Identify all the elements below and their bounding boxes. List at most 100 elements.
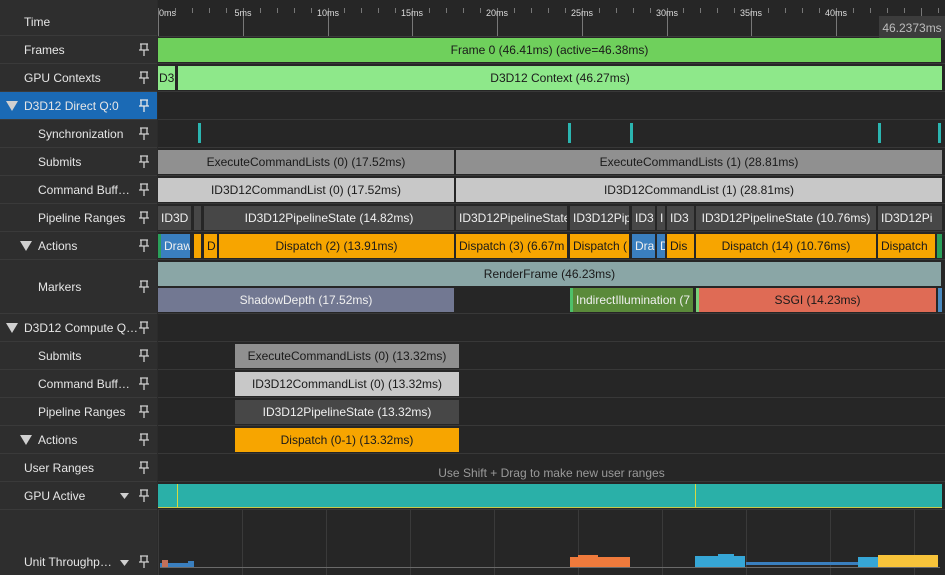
pipeline-range[interactable]: ID3D12PipelineState — [456, 206, 568, 230]
pin-icon[interactable] — [138, 555, 150, 569]
command-list-bar[interactable]: ID3D12CommandList (1) (28.81ms) — [456, 178, 943, 202]
submit-bar[interactable]: ExecuteCommandLists (0) (17.52ms) — [158, 150, 455, 174]
gpu-active-bar[interactable] — [158, 484, 942, 508]
action-draw[interactable]: Dra — [632, 234, 656, 258]
action-dispatch[interactable] — [194, 234, 202, 258]
track-synchronization[interactable]: Synchronization — [0, 120, 157, 148]
timeline-panel[interactable]: 0ms 5ms 10ms 15ms 20ms 25ms 30ms 35ms 40ms 46.23… — [158, 0, 945, 575]
track-unit-throughput[interactable]: Unit Throughp… — [0, 510, 157, 575]
ruler-tick-label: 20ms — [485, 8, 509, 18]
track-compute-command-buffers[interactable]: Command Buff… — [0, 370, 157, 398]
time-ruler[interactable]: 0ms 5ms 10ms 15ms 20ms 25ms 30ms 35ms 40ms 46.23… — [158, 8, 945, 40]
compute-command-list-bar[interactable]: ID3D12CommandList (0) (13.32ms) — [235, 372, 460, 396]
track-user-ranges[interactable]: User Ranges — [0, 454, 157, 482]
compute-submit-bar[interactable]: ExecuteCommandLists (0) (13.32ms) — [235, 344, 460, 368]
collapse-triangle-icon[interactable] — [20, 240, 32, 251]
action-draw[interactable]: D — [657, 234, 666, 258]
track-compute-pipeline-ranges[interactable]: Pipeline Ranges — [0, 398, 157, 426]
command-list-bar[interactable]: ID3D12CommandList (0) (17.52ms) — [158, 178, 455, 202]
track-label: Submits — [38, 348, 82, 363]
pipeline-range[interactable]: ID3D12PipelineState (10.76ms) — [696, 206, 877, 230]
track-pipeline-ranges[interactable]: Pipeline Ranges — [0, 204, 157, 232]
action-dispatch[interactable]: Dispatch (2) (13.91ms) — [219, 234, 455, 258]
pin-icon[interactable] — [138, 70, 150, 85]
collapse-triangle-icon[interactable] — [6, 100, 18, 111]
marker-render-frame[interactable]: RenderFrame (46.23ms) — [158, 262, 942, 286]
pipeline-range[interactable]: ID3 — [632, 206, 656, 230]
ruler-tick — [378, 8, 379, 13]
track-submits[interactable]: Submits — [0, 148, 157, 176]
pin-icon[interactable] — [138, 404, 150, 419]
pipeline-range[interactable]: ID3D12Pip — [570, 206, 630, 230]
pin-icon[interactable] — [138, 182, 150, 197]
unit-throughput-graph[interactable] — [158, 510, 945, 575]
user-ranges-hint: Use Shift + Drag to make new user ranges — [438, 466, 665, 480]
sync-marker[interactable] — [568, 123, 571, 143]
ruler-tick — [683, 8, 684, 13]
sync-marker[interactable] — [938, 123, 941, 143]
pipeline-range[interactable]: ID3D12PipelineState (14.82ms) — [204, 206, 455, 230]
collapse-triangle-icon[interactable] — [6, 322, 18, 333]
pin-icon[interactable] — [138, 376, 150, 391]
pin-icon[interactable] — [138, 238, 150, 253]
track-actions[interactable]: Actions — [0, 232, 157, 260]
track-gpu-active[interactable]: GPU Active — [0, 482, 157, 510]
pin-icon[interactable] — [138, 210, 150, 225]
context-bar-small[interactable]: D3 — [158, 66, 176, 90]
action-draw[interactable]: Draw — [158, 234, 191, 258]
pin-icon[interactable] — [138, 98, 150, 113]
track-label: Synchronization — [38, 126, 124, 141]
frame-bar[interactable]: Frame 0 (46.41ms) (active=46.38ms) — [158, 38, 942, 62]
pin-icon[interactable] — [138, 488, 150, 503]
compute-pipeline-range[interactable]: ID3D12PipelineState (13.32ms) — [235, 400, 460, 424]
collapse-triangle-icon[interactable] — [20, 434, 32, 445]
pin-icon[interactable] — [138, 320, 150, 335]
pin-icon[interactable] — [138, 460, 150, 475]
pin-icon[interactable] — [138, 126, 150, 141]
sync-marker[interactable] — [198, 123, 201, 143]
track-gpu-contexts[interactable]: GPU Contexts — [0, 64, 157, 92]
track-command-buffers[interactable]: Command Buff… — [0, 176, 157, 204]
pipeline-range[interactable]: I — [657, 206, 666, 230]
pipeline-range[interactable]: ID3 — [667, 206, 695, 230]
context-bar[interactable]: D3D12 Context (46.27ms) — [178, 66, 943, 90]
sync-marker[interactable] — [630, 123, 633, 143]
action-dispatch[interactable]: Dispatch (14) (10.76ms) — [696, 234, 877, 258]
track-label: Pipeline Ranges — [38, 404, 126, 419]
track-compute-submits[interactable]: Submits — [0, 342, 157, 370]
track-markers[interactable]: Markers — [0, 260, 157, 314]
submit-bar[interactable]: ExecuteCommandLists (1) (28.81ms) — [456, 150, 943, 174]
action-dispatch[interactable]: Dis — [667, 234, 695, 258]
pipeline-range[interactable]: ID3D12Pi — [878, 206, 943, 230]
dropdown-arrow-icon[interactable] — [120, 560, 129, 566]
track-frames[interactable]: Frames — [0, 36, 157, 64]
action-dispatch[interactable]: Dispatch ( — [570, 234, 630, 258]
pin-icon[interactable] — [138, 348, 150, 363]
marker-indirect-illumination[interactable]: IndirectIllumination (7 — [570, 288, 694, 312]
track-direct-queue[interactable]: D3D12 Direct Q:0 — [0, 92, 157, 120]
pin-icon[interactable] — [138, 432, 150, 447]
marker-ssgi[interactable]: SSGI (14.23ms) — [696, 288, 937, 312]
marker-small[interactable] — [938, 288, 943, 312]
pin-icon[interactable] — [138, 279, 150, 294]
action-dispatch[interactable]: D — [204, 234, 218, 258]
track-compute-actions[interactable]: Actions — [0, 426, 157, 454]
ruler-tick — [446, 8, 447, 13]
ruler-tick — [260, 8, 261, 13]
ruler-tick-label: 35ms — [739, 8, 763, 18]
compute-action-dispatch[interactable]: Dispatch (0-1) (13.32ms) — [235, 428, 460, 452]
ruler-tick — [887, 8, 888, 13]
track-label: Command Buff… — [38, 376, 130, 391]
track-compute-queue[interactable]: D3D12 Compute Q… — [0, 314, 157, 342]
action-dispatch[interactable] — [937, 234, 943, 258]
pipeline-range[interactable] — [194, 206, 202, 230]
pipeline-range[interactable]: ID3D — [158, 206, 192, 230]
pin-icon[interactable] — [138, 154, 150, 169]
sync-marker[interactable] — [878, 123, 881, 143]
action-dispatch[interactable]: Dispatch (3) (6.67m — [456, 234, 568, 258]
ruler-tick — [734, 8, 735, 13]
marker-shadow-depth[interactable]: ShadowDepth (17.52ms) — [158, 288, 455, 312]
action-dispatch[interactable]: Dispatch — [878, 234, 936, 258]
pin-icon[interactable] — [138, 42, 150, 57]
dropdown-arrow-icon[interactable] — [120, 492, 129, 499]
